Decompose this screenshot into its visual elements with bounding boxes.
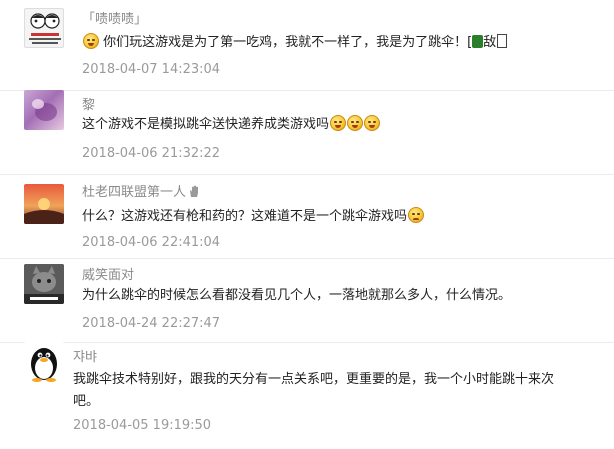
comment-timestamp: 2018-04-05 19:19:50 bbox=[73, 418, 212, 433]
angry-emoji-icon bbox=[408, 207, 425, 223]
comment-text: 这个游戏不是模拟跳伞送快递养成类游戏吗 bbox=[82, 114, 602, 136]
avatar[interactable] bbox=[24, 264, 64, 304]
comment-item: 威笑面对 为什么跳伞的时候怎么看都没看见几个人，一落地就那么多人，什么情况。 2… bbox=[0, 258, 614, 343]
comment-item: 「啧啧啧」 你们玩这游戏是为了第一吃鸡，我就不一样了，我是为了跳伞！[ 敌 201… bbox=[0, 0, 614, 91]
comment-timestamp: 2018-04-07 14:23:04 bbox=[82, 62, 221, 77]
comment-author-label: 杜老四联盟第一人 bbox=[82, 185, 187, 200]
comment-author[interactable]: 威笑面对 bbox=[82, 268, 134, 284]
enemy-emoji-icon bbox=[472, 35, 484, 48]
comment-text-body: 你们玩这游戏是为了第一吃鸡，我就不一样了，我是为了跳伞！[ bbox=[103, 35, 473, 50]
missing-glyph-icon bbox=[497, 34, 508, 48]
photo-icon bbox=[32, 99, 57, 121]
hand-wave-icon bbox=[190, 185, 199, 197]
comment-author[interactable]: 「啧啧啧」 bbox=[82, 12, 147, 28]
smile-emoji-icon bbox=[330, 115, 347, 131]
cat-photo-icon bbox=[24, 264, 64, 304]
comment-timestamp: 2018-04-06 21:32:22 bbox=[82, 146, 221, 161]
comment-text: 为什么跳伞的时候怎么看都没看见几个人，一落地就那么多人，什么情况。 bbox=[82, 288, 512, 303]
comment-text: 你们玩这游戏是为了第一吃鸡，我就不一样了，我是为了跳伞！[ 敌 bbox=[82, 32, 602, 54]
comment-item: 黎 这个游戏不是模拟跳伞送快递养成类游戏吗 2018-04-06 21:32:2… bbox=[0, 90, 614, 175]
avatar[interactable] bbox=[24, 184, 64, 224]
smile-emoji-icon bbox=[347, 115, 364, 131]
smile-emoji-icon bbox=[83, 33, 99, 49]
comment-timestamp: 2018-04-06 22:41:04 bbox=[82, 235, 221, 250]
comment-item: 쟈뱌 我跳伞技术特别好，跟我的天分有一点关系吧，更重要的是，我一个小时能跳十来次… bbox=[0, 342, 614, 449]
avatar[interactable] bbox=[24, 342, 64, 382]
avatar[interactable] bbox=[24, 90, 64, 130]
comment-text: 什么？这游戏还有枪和药的？这难道不是一个跳伞游戏吗 bbox=[82, 206, 602, 228]
penguin-avatar-icon bbox=[31, 348, 57, 382]
comment-text-body: 这个游戏不是模拟跳伞送快递养成类游戏吗 bbox=[82, 117, 330, 132]
comment-text-body: 什么？这游戏还有枪和药的？这难道不是一个跳伞游戏吗 bbox=[82, 209, 408, 224]
meme-face-icon bbox=[29, 13, 61, 44]
comment-author[interactable]: 杜老四联盟第一人 bbox=[82, 185, 200, 201]
comment-item: 杜老四联盟第一人 什么？这游戏还有枪和药的？这难道不是一个跳伞游戏吗 2018-… bbox=[0, 174, 614, 259]
smile-emoji-icon bbox=[364, 115, 381, 131]
comment-text: 我跳伞技术特别好，跟我的天分有一点关系吧，更重要的是，我一个小时能跳十来次 吧。 bbox=[73, 372, 555, 409]
comment-timestamp: 2018-04-24 22:27:47 bbox=[82, 316, 221, 331]
sunset-icon bbox=[24, 198, 64, 224]
comment-text-suffix: 敌 bbox=[483, 35, 497, 50]
avatar[interactable] bbox=[24, 8, 64, 48]
comment-author[interactable]: 黎 bbox=[82, 98, 95, 114]
comment-author[interactable]: 쟈뱌 bbox=[73, 350, 97, 366]
